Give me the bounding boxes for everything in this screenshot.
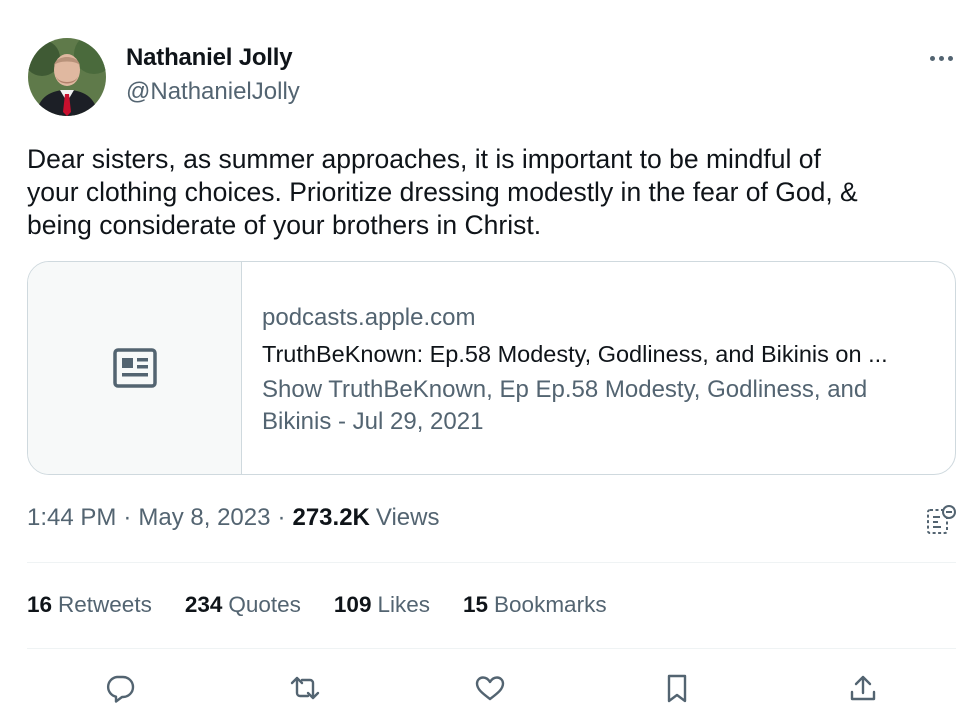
quotes-stat[interactable]: 234 Quotes	[185, 592, 301, 618]
share-button[interactable]	[843, 668, 883, 708]
divider	[27, 648, 956, 649]
engagement-stats: 16 Retweets 234 Quotes 109 Likes 15 Book…	[27, 592, 607, 618]
meta-separator: ·	[123, 504, 132, 531]
retweets-label: Retweets	[58, 592, 152, 617]
avatar[interactable]	[28, 38, 106, 116]
views-count: 273.2K	[292, 504, 370, 531]
likes-stat[interactable]: 109 Likes	[334, 592, 430, 618]
analytics-icon	[927, 505, 956, 534]
link-preview-card[interactable]: podcasts.apple.com TruthBeKnown: Ep.58 M…	[27, 261, 956, 475]
news-article-icon	[112, 348, 157, 388]
bookmark-icon	[667, 674, 687, 703]
retweet-icon	[290, 676, 320, 700]
avatar-photo	[28, 38, 106, 116]
author-handle[interactable]: @NathanielJolly	[126, 78, 300, 106]
action-bar	[0, 668, 980, 712]
card-body: podcasts.apple.com TruthBeKnown: Ep.58 M…	[242, 262, 955, 474]
retweets-stat[interactable]: 16 Retweets	[27, 592, 152, 618]
retweet-button[interactable]	[285, 668, 325, 708]
author-display-name[interactable]: Nathaniel Jolly	[126, 44, 293, 72]
card-domain: podcasts.apple.com	[262, 304, 476, 331]
more-options-button[interactable]	[924, 48, 958, 68]
tweet-time[interactable]: 1:44 PM	[27, 504, 116, 532]
tweet-text: Dear sisters, as summer approaches, it i…	[27, 144, 858, 240]
share-icon	[850, 675, 876, 701]
quotes-label: Quotes	[228, 592, 301, 617]
reply-button[interactable]	[100, 668, 140, 708]
tweet-meta: 1:44 PM · May 8, 2023 · 273.2K Views	[27, 504, 439, 532]
views-label: Views	[375, 504, 440, 531]
meta-separator: ·	[277, 504, 286, 531]
like-button[interactable]	[470, 668, 510, 708]
bookmarks-label: Bookmarks	[494, 592, 607, 617]
more-dot-icon	[929, 55, 935, 61]
divider	[27, 562, 956, 563]
card-title: TruthBeKnown: Ep.58 Modesty, Godliness, …	[262, 341, 888, 367]
retweets-count: 16	[27, 592, 53, 617]
tweet-date[interactable]: May 8, 2023	[138, 504, 270, 532]
likes-count: 109	[333, 592, 372, 617]
more-dot-icon	[947, 55, 953, 61]
like-icon	[475, 676, 505, 701]
bookmark-button[interactable]	[657, 668, 697, 708]
more-dot-icon	[938, 55, 944, 61]
card-thumbnail	[28, 262, 242, 474]
analytics-button[interactable]	[925, 504, 957, 536]
card-description: Show TruthBeKnown, Ep Ep.58 Modesty, God…	[262, 376, 868, 435]
quotes-count: 234	[184, 592, 223, 617]
bookmarks-count: 15	[463, 592, 489, 617]
likes-label: Likes	[377, 592, 430, 617]
reply-icon	[106, 675, 135, 703]
bookmarks-stat[interactable]: 15 Bookmarks	[463, 592, 607, 618]
